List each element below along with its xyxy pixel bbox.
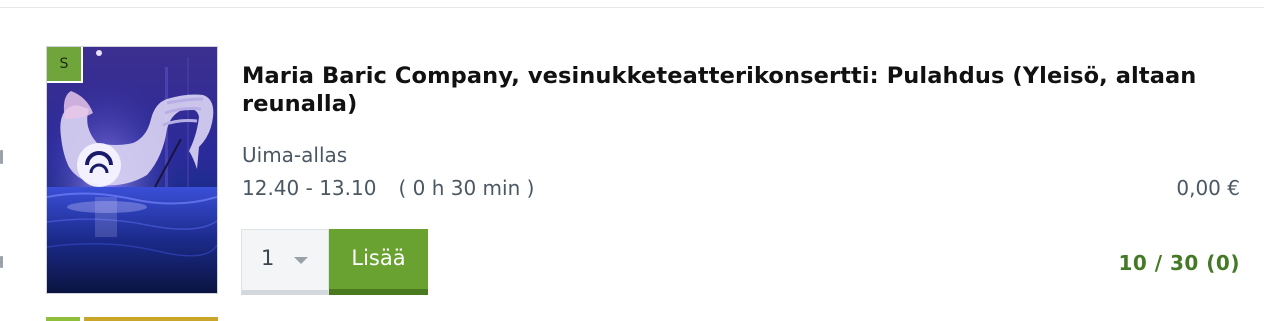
event-duration: ( 0 h 30 min ) — [398, 176, 535, 200]
next-item-thumbnail-edge — [84, 317, 218, 321]
top-divider — [0, 7, 1264, 8]
event-title[interactable]: Maria Baric Company, vesinukketeatteriko… — [242, 62, 1222, 118]
quantity-select[interactable]: 1 — [241, 229, 329, 295]
left-edge-mark — [0, 256, 3, 268]
event-price: 0,00 € — [1176, 176, 1240, 200]
add-to-cart-button[interactable]: Lisää — [329, 229, 428, 295]
left-edge-mark — [0, 150, 3, 164]
event-thumbnail[interactable]: S — [46, 46, 218, 294]
category-badge: S — [47, 47, 83, 83]
event-time-row: 12.40 - 13.10 ( 0 h 30 min ) — [242, 176, 534, 200]
event-image — [47, 47, 217, 293]
event-location: Uima-allas — [242, 143, 348, 167]
availability-count: 10 / 30 (0) — [1118, 251, 1240, 275]
event-time-range: 12.40 - 13.10 — [242, 176, 377, 200]
quantity-value: 1 — [261, 246, 275, 270]
chevron-down-icon — [294, 257, 308, 264]
next-item-thumbnail-edge — [46, 317, 80, 321]
